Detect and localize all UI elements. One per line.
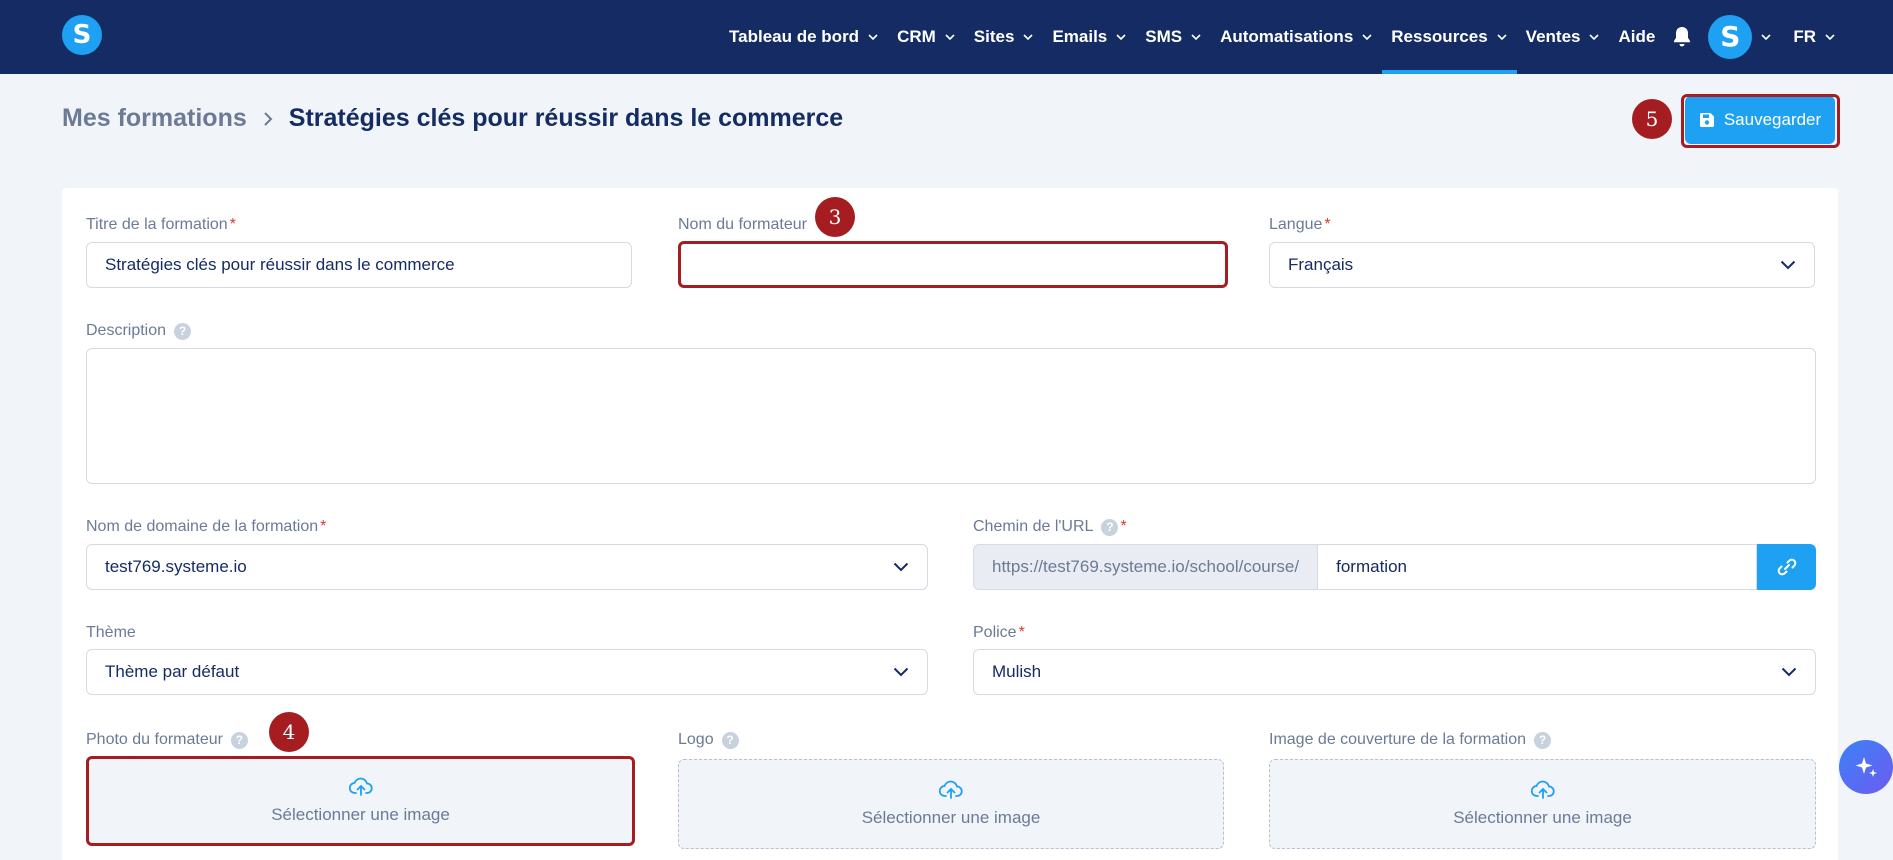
upload-cloud-icon (1530, 780, 1555, 799)
help-icon: ? (721, 731, 739, 749)
theme-value: Thème par défaut (105, 662, 240, 681)
trainer-name-label: Nom du formateur (678, 216, 807, 233)
course-title-value: Stratégies clés pour réussir dans le com… (105, 255, 455, 274)
nav-item-tableau-de-bord[interactable]: Tableau de bord (720, 0, 888, 74)
help-icon: ? (1534, 731, 1552, 749)
annotation-marker-5: 5 (1632, 99, 1672, 139)
annotation-marker-4: 4 (269, 712, 309, 752)
language-label: FR (1793, 27, 1816, 46)
domain-label: Nom de domaine de la formation * (86, 518, 327, 535)
domain-select[interactable]: test769.systeme.io (86, 544, 928, 590)
description-textarea[interactable] (86, 348, 1816, 484)
top-navbar: S Tableau de bord CRM Sites Emails SMS A… (0, 0, 1893, 74)
nav-label: CRM (897, 27, 936, 46)
trainer-photo-upload[interactable]: Sélectionner une image (86, 756, 635, 846)
course-title-field[interactable]: Stratégies clés pour réussir dans le com… (86, 242, 632, 288)
help-icon: ? (1101, 518, 1119, 536)
description-label: Description? (86, 322, 192, 340)
nav-item-crm[interactable]: CRM (888, 0, 965, 74)
bell-icon[interactable] (1672, 25, 1694, 49)
logo-label: Logo? (678, 731, 739, 749)
chevron-down-icon (1362, 34, 1372, 41)
chevron-right-icon (264, 111, 273, 126)
language-label: Langue * (1269, 216, 1331, 233)
trainer-name-input[interactable] (699, 254, 1207, 275)
app-logo[interactable]: S (62, 15, 102, 55)
nav-item-sms[interactable]: SMS (1136, 0, 1211, 74)
chevron-down-icon (1497, 34, 1507, 41)
chevron-down-icon (1116, 34, 1126, 41)
theme-select[interactable]: Thème par défaut (86, 649, 928, 695)
nav-label: Tableau de bord (729, 27, 860, 46)
save-button-label: Sauvegarder (1723, 110, 1822, 129)
chevron-down-icon (945, 34, 955, 41)
save-button[interactable]: Sauvegarder (1685, 96, 1835, 144)
cover-image-upload[interactable]: Sélectionner une image (1269, 759, 1816, 849)
chevron-down-icon (893, 667, 909, 677)
nav-item-sites[interactable]: Sites (965, 0, 1044, 74)
nav-item-ventes[interactable]: Ventes (1517, 0, 1610, 74)
nav-menu: Tableau de bord CRM Sites Emails SMS Aut… (720, 0, 1845, 74)
url-path-label: Chemin de l'URL? * (973, 518, 1127, 536)
font-value: Mulish (992, 662, 1042, 681)
chevron-down-icon (1780, 260, 1796, 270)
chevron-down-icon (1191, 34, 1201, 41)
upload-cloud-icon (348, 777, 373, 796)
nav-label: Sites (973, 27, 1015, 46)
breadcrumb: Mes formations Stratégies clés pour réus… (62, 104, 843, 133)
page-title: Stratégies clés pour réussir dans le com… (288, 104, 844, 132)
cover-image-label: Image de couverture de la formation? (1269, 731, 1552, 749)
nav-label: Emails (1052, 27, 1108, 46)
title-label: Titre de la formation * (86, 216, 236, 233)
chevron-down-icon (1023, 34, 1034, 41)
language-value: Français (1288, 255, 1354, 274)
ai-assistant-button[interactable] (1839, 740, 1893, 794)
nav-label: Ventes (1525, 27, 1581, 46)
annotation-marker-3: 3 (815, 197, 855, 237)
nav-label: Aide (1618, 27, 1656, 46)
trainer-name-field[interactable] (678, 241, 1228, 288)
nav-item-aide[interactable]: Aide (1609, 0, 1664, 74)
nav-label: Ressources (1391, 27, 1488, 46)
nav-item-automatisations[interactable]: Automatisations (1211, 0, 1382, 74)
nav-item-ressources[interactable]: Ressources (1382, 0, 1518, 74)
url-prefix: https://test769.systeme.io/school/course… (973, 544, 1318, 590)
help-icon: ? (174, 322, 192, 340)
url-path-input[interactable]: formation (1317, 544, 1757, 590)
chevron-down-icon (1589, 34, 1600, 41)
chevron-down-icon (1761, 34, 1771, 41)
trainer-photo-label: Photo du formateur? (86, 731, 248, 749)
font-label: Police * (973, 624, 1025, 641)
sparkle-icon (1855, 757, 1877, 777)
avatar: S (1708, 15, 1753, 59)
domain-value: test769.systeme.io (105, 557, 247, 576)
select-image-label: Sélectionner une image (1453, 808, 1632, 827)
nav-label: Automatisations (1220, 27, 1354, 46)
chevron-down-icon (893, 562, 909, 572)
language-selector[interactable]: FR (1784, 0, 1845, 74)
link-icon (1777, 558, 1796, 576)
logo-upload[interactable]: Sélectionner une image (678, 759, 1224, 849)
select-image-label: Sélectionner une image (271, 805, 450, 824)
select-image-label: Sélectionner une image (861, 808, 1041, 827)
nav-item-emails[interactable]: Emails (1043, 0, 1136, 74)
font-select[interactable]: Mulish (973, 649, 1816, 695)
chevron-down-icon (1781, 667, 1797, 677)
nav-label: SMS (1145, 27, 1183, 46)
help-icon: ? (230, 731, 248, 749)
account-menu[interactable]: S (1708, 15, 1772, 59)
copy-link-button[interactable] (1757, 544, 1816, 590)
breadcrumb-parent-link[interactable]: Mes formations (62, 104, 247, 133)
save-icon (1699, 113, 1714, 127)
url-path-group: https://test769.systeme.io/school/course… (973, 544, 1816, 590)
language-select[interactable]: Français (1269, 242, 1815, 288)
chevron-down-icon (1825, 34, 1835, 41)
chevron-down-icon (868, 34, 878, 41)
upload-cloud-icon (939, 780, 963, 799)
theme-label: Thème (86, 624, 136, 641)
